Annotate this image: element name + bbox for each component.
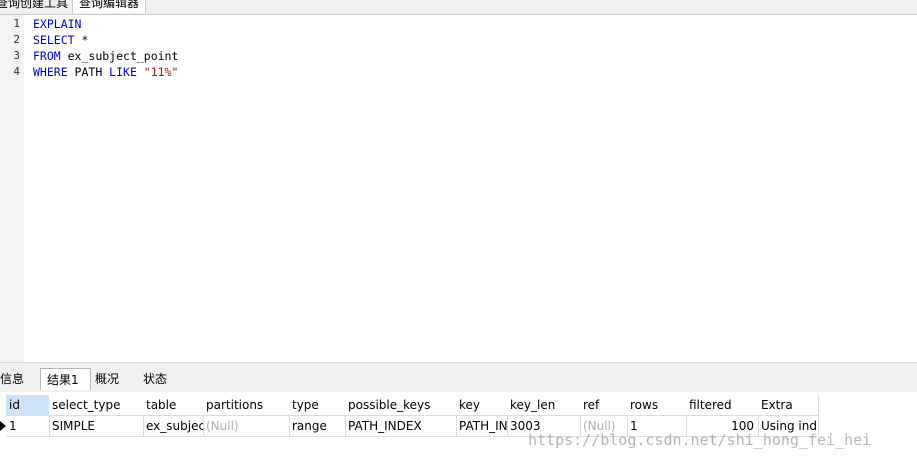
tab-query-builder[interactable]: 查询创建工具 (0, 0, 70, 13)
column-header[interactable]: id (6, 395, 50, 416)
table-cell[interactable]: PATH_IN (456, 416, 508, 437)
code-line[interactable]: FROM ex_subject_point (33, 49, 178, 63)
tab-query-editor[interactable]: 查询编辑器 (72, 0, 146, 13)
result-grid[interactable]: id select_type table partitions type pos… (0, 395, 917, 462)
tab-info[interactable]: 信息 (0, 368, 38, 390)
sql-keyword: LIKE (109, 65, 137, 79)
column-header[interactable]: key_len (507, 395, 581, 416)
column-header[interactable]: type (289, 395, 346, 416)
table-cell[interactable]: 1 (6, 416, 50, 437)
line-number: 3 (13, 49, 20, 62)
table-cell[interactable]: ex_subjec (143, 416, 204, 437)
result-tab-strip: 信息 结果1 概况 状态 (0, 362, 917, 392)
query-tab-strip: 查询创建工具 查询编辑器 (0, 0, 917, 15)
code-line[interactable]: SELECT * (33, 33, 88, 47)
table-cell[interactable]: range (289, 416, 346, 437)
tab-result-1[interactable]: 结果1 (40, 368, 91, 390)
column-header[interactable]: possible_keys (345, 395, 457, 416)
sql-text: ex_subject_point (60, 49, 179, 63)
sql-text: PATH (67, 65, 110, 79)
table-cell[interactable]: PATH_INDEX (345, 416, 457, 437)
line-number: 4 (13, 65, 20, 78)
tab-status[interactable]: 状态 (137, 368, 183, 390)
column-header[interactable]: filtered (686, 395, 759, 416)
line-number: 1 (13, 17, 20, 30)
sql-string: "11%" (136, 65, 179, 79)
code-line[interactable]: EXPLAIN (33, 17, 81, 31)
sql-editor[interactable]: 1 2 3 4 EXPLAIN SELECT * FROM ex_subject… (0, 15, 917, 362)
code-line[interactable]: WHERE PATH LIKE "11%" (33, 65, 178, 79)
column-header[interactable]: select_type (49, 395, 144, 416)
column-header[interactable]: ref (580, 395, 628, 416)
sql-keyword: SELECT (33, 33, 75, 47)
table-cell[interactable]: (Null) (203, 416, 290, 437)
column-header[interactable]: Extra (758, 395, 819, 416)
line-number: 2 (13, 33, 20, 46)
tab-profile[interactable]: 概况 (89, 368, 135, 390)
column-header[interactable]: partitions (203, 395, 290, 416)
sql-keyword: EXPLAIN (33, 17, 82, 31)
line-number-gutter: 1 2 3 4 (0, 15, 24, 362)
column-header[interactable]: key (456, 395, 508, 416)
column-header[interactable]: rows (627, 395, 687, 416)
watermark: https://blog.csdn.net/shi_hong_fei_hei (528, 431, 872, 449)
sql-keyword: WHERE (33, 65, 68, 79)
sql-keyword: FROM (33, 49, 61, 63)
table-cell[interactable]: SIMPLE (49, 416, 144, 437)
sql-text: * (74, 33, 89, 47)
column-header[interactable]: table (143, 395, 204, 416)
